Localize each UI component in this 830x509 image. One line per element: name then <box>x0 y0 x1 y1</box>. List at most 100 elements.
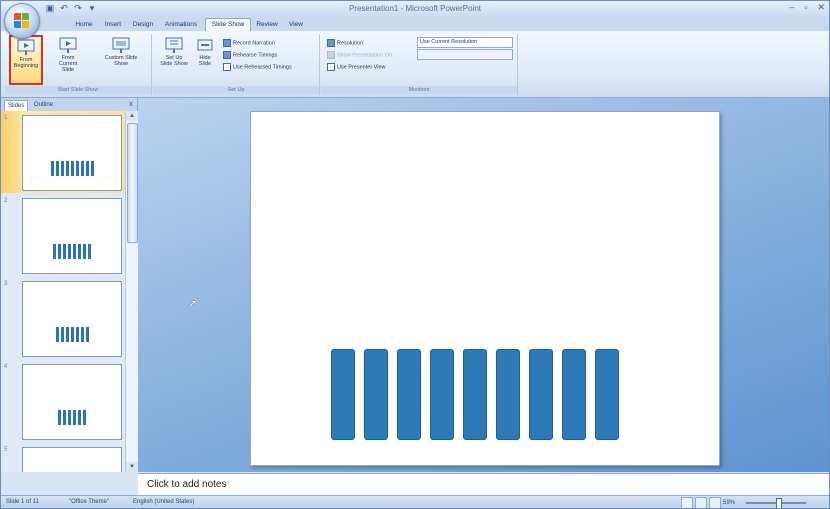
thumbnail-bar <box>85 327 89 342</box>
window-title: Presentation1 - Microsoft PowerPoint <box>348 4 482 13</box>
slide-thumbnail-row[interactable]: 2 <box>1 194 125 276</box>
slide-bar-shape[interactable] <box>430 349 454 440</box>
thumbnail-bar <box>58 244 61 259</box>
thumbnail-bar <box>65 327 69 342</box>
thumbnail-bar <box>68 410 71 425</box>
rehearse-timings-button[interactable]: Rehearse Timings <box>223 51 277 59</box>
setup-slide-show-button[interactable]: Set Up Slide Show <box>159 35 189 81</box>
slide-bar-shape[interactable] <box>331 349 355 440</box>
pane-tabs: Slides Outline x <box>1 98 137 112</box>
show-on-text: Show Presentation On: <box>337 52 394 59</box>
slide-thumbnail[interactable] <box>22 198 122 274</box>
show-on-dropdown[interactable] <box>417 49 513 60</box>
hide-slide-icon <box>197 39 213 51</box>
custom-show-label: Custom Slide Show <box>104 55 138 67</box>
slide-thumbnail-row[interactable]: 4 <box>1 360 125 442</box>
thumbnail-bar <box>73 244 76 259</box>
close-button[interactable]: ✕ <box>817 2 825 13</box>
scroll-down-icon[interactable]: ▼ <box>126 462 138 472</box>
slide-bar-shape[interactable] <box>496 349 520 440</box>
thumbnail-bar <box>80 161 84 176</box>
thumbnail-bar <box>75 327 79 342</box>
microphone-icon <box>223 39 231 47</box>
slide-bar-shape[interactable] <box>397 349 421 440</box>
normal-view-icon[interactable] <box>681 497 693 508</box>
language[interactable]: English (United States) <box>133 496 194 508</box>
clock-icon <box>223 51 231 59</box>
monitors-group: Resolution: Use Current Resolution Show … <box>321 34 518 95</box>
slide-bar-shape[interactable] <box>562 349 586 440</box>
slide-thumbnail-row[interactable]: 3 <box>1 277 125 359</box>
from-beginning-button[interactable]: From Beginning <box>9 35 43 85</box>
slide-thumbnail[interactable] <box>22 447 122 472</box>
thumbnail-bar <box>68 244 71 259</box>
rehearse-label: Rehearse Timings <box>233 52 278 59</box>
scroll-thumb[interactable] <box>127 123 138 243</box>
tab-review[interactable]: Review <box>253 19 281 31</box>
current-slide[interactable] <box>250 111 720 466</box>
thumbnail-bar <box>73 410 76 425</box>
powerpoint-window: ▣ ↶ ↷ ▾ Presentation1 - Microsoft PowerP… <box>0 0 830 509</box>
slideshow-current-icon <box>59 37 77 53</box>
resolution-dropdown[interactable]: Use Current Resolution <box>417 37 513 48</box>
slides-pane: Slides Outline x 1 2 3 4 5 ▲ ▼ <box>1 98 138 472</box>
slide-thumbnail[interactable] <box>22 281 122 357</box>
slide-thumbnail[interactable] <box>22 115 122 191</box>
from-current-slide-button[interactable]: From Current Slide <box>53 35 83 81</box>
slide-thumbnail-row[interactable]: 5 <box>1 443 125 472</box>
theme-name: "Office Theme" <box>69 499 110 505</box>
scroll-up-icon[interactable]: ▲ <box>126 111 138 121</box>
thumbnail-bar <box>75 161 79 176</box>
thumbnail-bar <box>63 244 66 259</box>
slide-bar-shape[interactable] <box>529 349 553 440</box>
notes-pane[interactable]: Click to add notes <box>138 473 829 496</box>
hide-slide-button[interactable]: Hide Slide <box>193 35 217 81</box>
resolution-text: Resolution: <box>337 40 365 47</box>
tab-design[interactable]: Design <box>129 19 157 31</box>
status-bar: Slide 1 of 11 "Office Theme" English (Un… <box>1 495 829 508</box>
slide-thumbnail-row[interactable]: 1 <box>1 111 125 193</box>
close-icon[interactable]: x <box>129 99 133 108</box>
slide-editing-area: ➚ <box>138 98 829 472</box>
start-group-label: Start Slide Show <box>5 86 151 94</box>
record-narration-label: Record Narration <box>233 40 275 47</box>
slideshow-play-icon <box>17 39 35 55</box>
tab-view[interactable]: View <box>285 19 307 31</box>
office-button[interactable] <box>4 3 40 39</box>
custom-slide-show-button[interactable]: Custom Slide Show <box>101 35 141 81</box>
zoom-knob[interactable] <box>776 498 782 508</box>
restore-button[interactable]: ▫ <box>804 2 807 13</box>
minimize-button[interactable]: – <box>789 2 794 13</box>
thumbnail-bar <box>80 327 84 342</box>
slide-bar-shape[interactable] <box>595 349 619 440</box>
thumbnail-scrollbar[interactable]: ▲ ▼ <box>125 111 138 472</box>
tab-home[interactable]: Home <box>71 19 97 31</box>
slide-bar-shape[interactable] <box>463 349 487 440</box>
use-rehearsed-timings-checkbox[interactable]: Use Rehearsed Timings <box>223 63 292 71</box>
slide-show-view-icon[interactable] <box>709 497 721 508</box>
ribbon: From Beginning From Current Slide Custom… <box>1 31 829 98</box>
thumbnail-bar <box>63 410 66 425</box>
tab-slide-show[interactable]: Slide Show <box>205 18 251 32</box>
tab-insert[interactable]: Insert <box>101 19 125 31</box>
title-bar: ▣ ↶ ↷ ▾ Presentation1 - Microsoft PowerP… <box>1 1 829 18</box>
thumbnail-bar <box>58 410 61 425</box>
slide-thumbnail[interactable] <box>22 364 122 440</box>
office-logo-icon <box>14 13 30 29</box>
setup-group: Set Up Slide Show Hide Slide Record Narr… <box>153 34 320 95</box>
show-on-label: Show Presentation On: <box>327 51 394 59</box>
use-timings-label: Use Rehearsed Timings <box>233 64 292 71</box>
hide-slide-label: Hide Slide <box>198 55 212 67</box>
record-narration-button[interactable]: Record Narration <box>223 39 275 47</box>
slide-bar-shape[interactable] <box>364 349 388 440</box>
presenter-view-checkbox[interactable]: Use Presenter View <box>327 63 386 71</box>
custom-show-icon <box>112 37 130 53</box>
ribbon-tabs: Home Insert Design Animations Slide Show… <box>1 18 829 32</box>
tab-outline[interactable]: Outline <box>31 100 56 111</box>
thumbnail-bar <box>50 161 54 176</box>
zoom-level[interactable]: 59% <box>723 497 735 508</box>
slide-sorter-icon[interactable] <box>695 497 707 508</box>
thumbnail-bar <box>65 161 69 176</box>
thumbnail-bars <box>23 244 121 259</box>
tab-animations[interactable]: Animations <box>161 19 201 31</box>
